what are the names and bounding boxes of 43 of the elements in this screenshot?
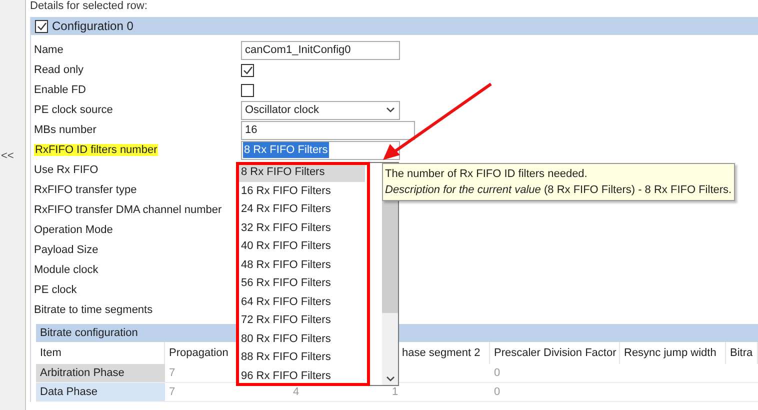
checkbox[interactable] [241, 64, 254, 76]
table-cell-text: 7 [169, 384, 176, 400]
table-cell-text: 0 [494, 366, 500, 381]
checkbox[interactable] [241, 84, 254, 96]
table-cell-text: 0 [494, 384, 500, 400]
table-title: Bitrate configuration [36, 324, 236, 342]
field-label: Bitrate to time segments [34, 302, 154, 318]
row-header[interactable]: Arbitration Phase [36, 364, 165, 382]
field-label: Read only [34, 62, 85, 78]
combo-field[interactable]: 8 Rx FIFO Filters [241, 140, 400, 160]
field-label: PE clock source [34, 102, 114, 118]
field-label: RxFIFO transfer type [34, 182, 138, 198]
field-label: Module clock [34, 262, 100, 278]
chevron-down-icon [386, 107, 395, 113]
field-label: PE clock [34, 282, 78, 298]
column-header[interactable]: hase segment 2 [402, 344, 480, 362]
tooltip-text: Description for the current value (8 Rx FIFO Filters) - 8 Rx FIFO Filters. [385, 183, 732, 198]
field-label: Enable FD [34, 82, 87, 98]
field-label: Payload Size [34, 242, 100, 258]
column-header[interactable]: Bitra [730, 344, 753, 362]
field-label: Use Rx FIFO [34, 162, 100, 178]
field-label: Name [34, 42, 64, 58]
column-header[interactable]: Propagation [169, 344, 228, 362]
dropdown[interactable]: Oscillator clock [241, 100, 400, 120]
section-heading: Details for selected row: [29, 0, 148, 13]
field-label: RxFIFO transfer DMA channel number [34, 202, 223, 218]
table-cell-text: 4 [293, 384, 300, 400]
tooltip-text: The number of Rx FIFO ID filters needed. [385, 167, 588, 182]
column-header[interactable]: Item [40, 344, 62, 362]
collapse-button[interactable]: << [0, 151, 25, 162]
text-field[interactable]: canCom1_InitConfig0 [241, 40, 400, 60]
table-cell-text: 1 [392, 384, 398, 400]
row-header[interactable]: Data Phase [36, 383, 165, 401]
field-label: MBs number [34, 122, 98, 138]
checkbox[interactable] [35, 20, 48, 32]
column-header[interactable]: Resync jump width [624, 344, 716, 362]
number-field[interactable]: 16 [241, 120, 415, 140]
chevron-down-icon [386, 376, 394, 382]
field-label: RxFIFO ID filters number [34, 144, 158, 156]
group-title: Configuration 0 [52, 18, 134, 35]
table-cell-text: 7 [169, 366, 176, 381]
field-label: Operation Mode [34, 222, 114, 238]
column-header[interactable]: Prescaler Division Factor [494, 344, 616, 362]
